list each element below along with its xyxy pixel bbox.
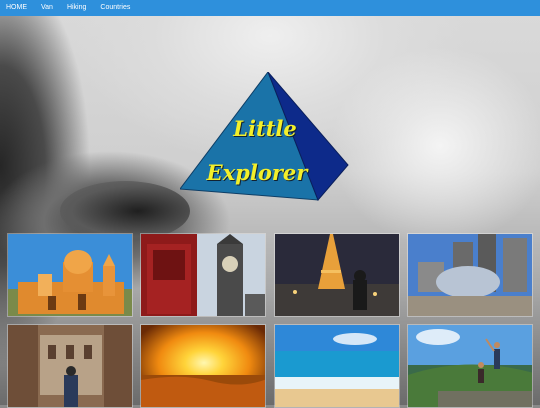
hero-highlight xyxy=(330,46,540,246)
top-nav: HOME Van Hiking Countries xyxy=(0,0,540,16)
big-ben-photo[interactable] xyxy=(140,233,266,317)
nav-home-link[interactable]: HOME xyxy=(6,0,27,16)
beach-photo[interactable] xyxy=(274,324,400,408)
logo-line-1: Little xyxy=(233,116,297,141)
desert-sunset-photo[interactable] xyxy=(140,324,266,408)
site-logo[interactable]: Little Explorer xyxy=(179,70,350,202)
hero-shadow xyxy=(60,181,190,241)
nav-countries-link[interactable]: Countries xyxy=(100,0,130,16)
nav-van-link[interactable]: Van xyxy=(41,0,53,16)
church-photo[interactable] xyxy=(7,233,133,317)
logo-line-2: Explorer xyxy=(206,160,308,185)
chicago-bean-photo[interactable] xyxy=(407,233,533,317)
nav-hiking-link[interactable]: Hiking xyxy=(67,0,86,16)
colosseum-photo[interactable] xyxy=(7,324,133,408)
eiffel-tower-photo[interactable] xyxy=(274,233,400,317)
hikers-summit-photo[interactable] xyxy=(407,324,533,408)
